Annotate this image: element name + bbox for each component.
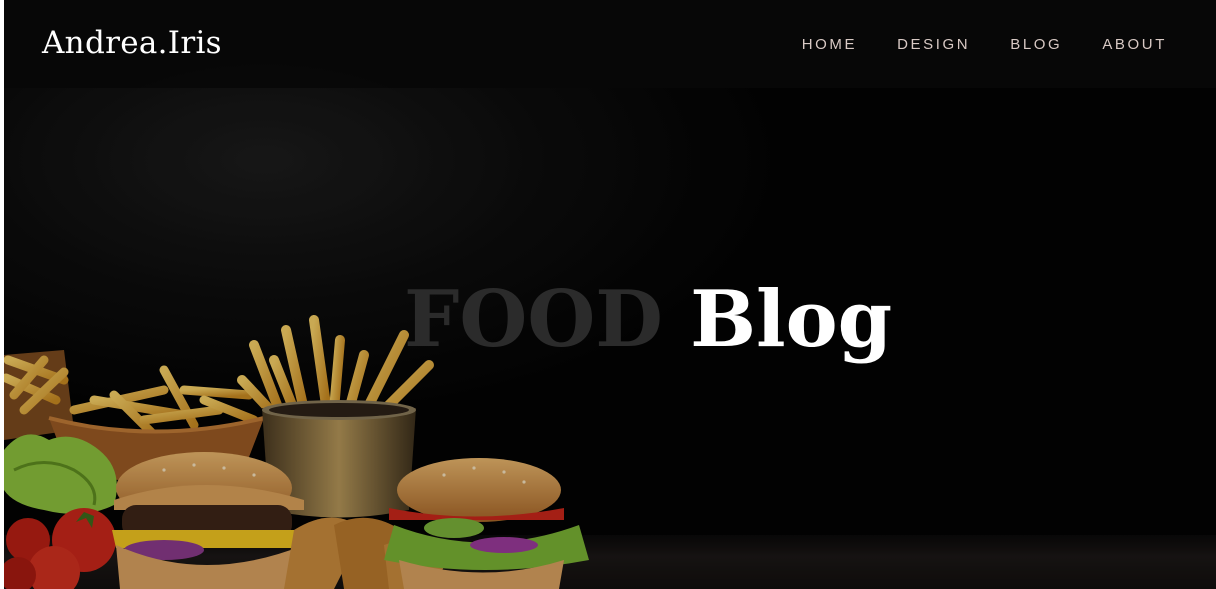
hero-title-blog: Blog [690, 274, 893, 365]
nav-link-design[interactable]: DESIGN [897, 34, 970, 56]
nav-link-home[interactable]: HOME [802, 34, 857, 56]
nav-link-about[interactable]: ABOUT [1102, 34, 1167, 56]
page: Andrea.Iris HOME DESIGN BLOG ABOUT FOOD … [4, 0, 1216, 589]
site-header: Andrea.Iris HOME DESIGN BLOG ABOUT [4, 0, 1216, 88]
hero-title-food: FOOD [404, 274, 663, 365]
hero-title: FOOD Blog [404, 270, 892, 370]
main-nav: HOME DESIGN BLOG ABOUT [762, 34, 1167, 56]
site-logo[interactable]: Andrea.Iris [42, 22, 222, 64]
nav-link-blog[interactable]: BLOG [1010, 34, 1062, 56]
